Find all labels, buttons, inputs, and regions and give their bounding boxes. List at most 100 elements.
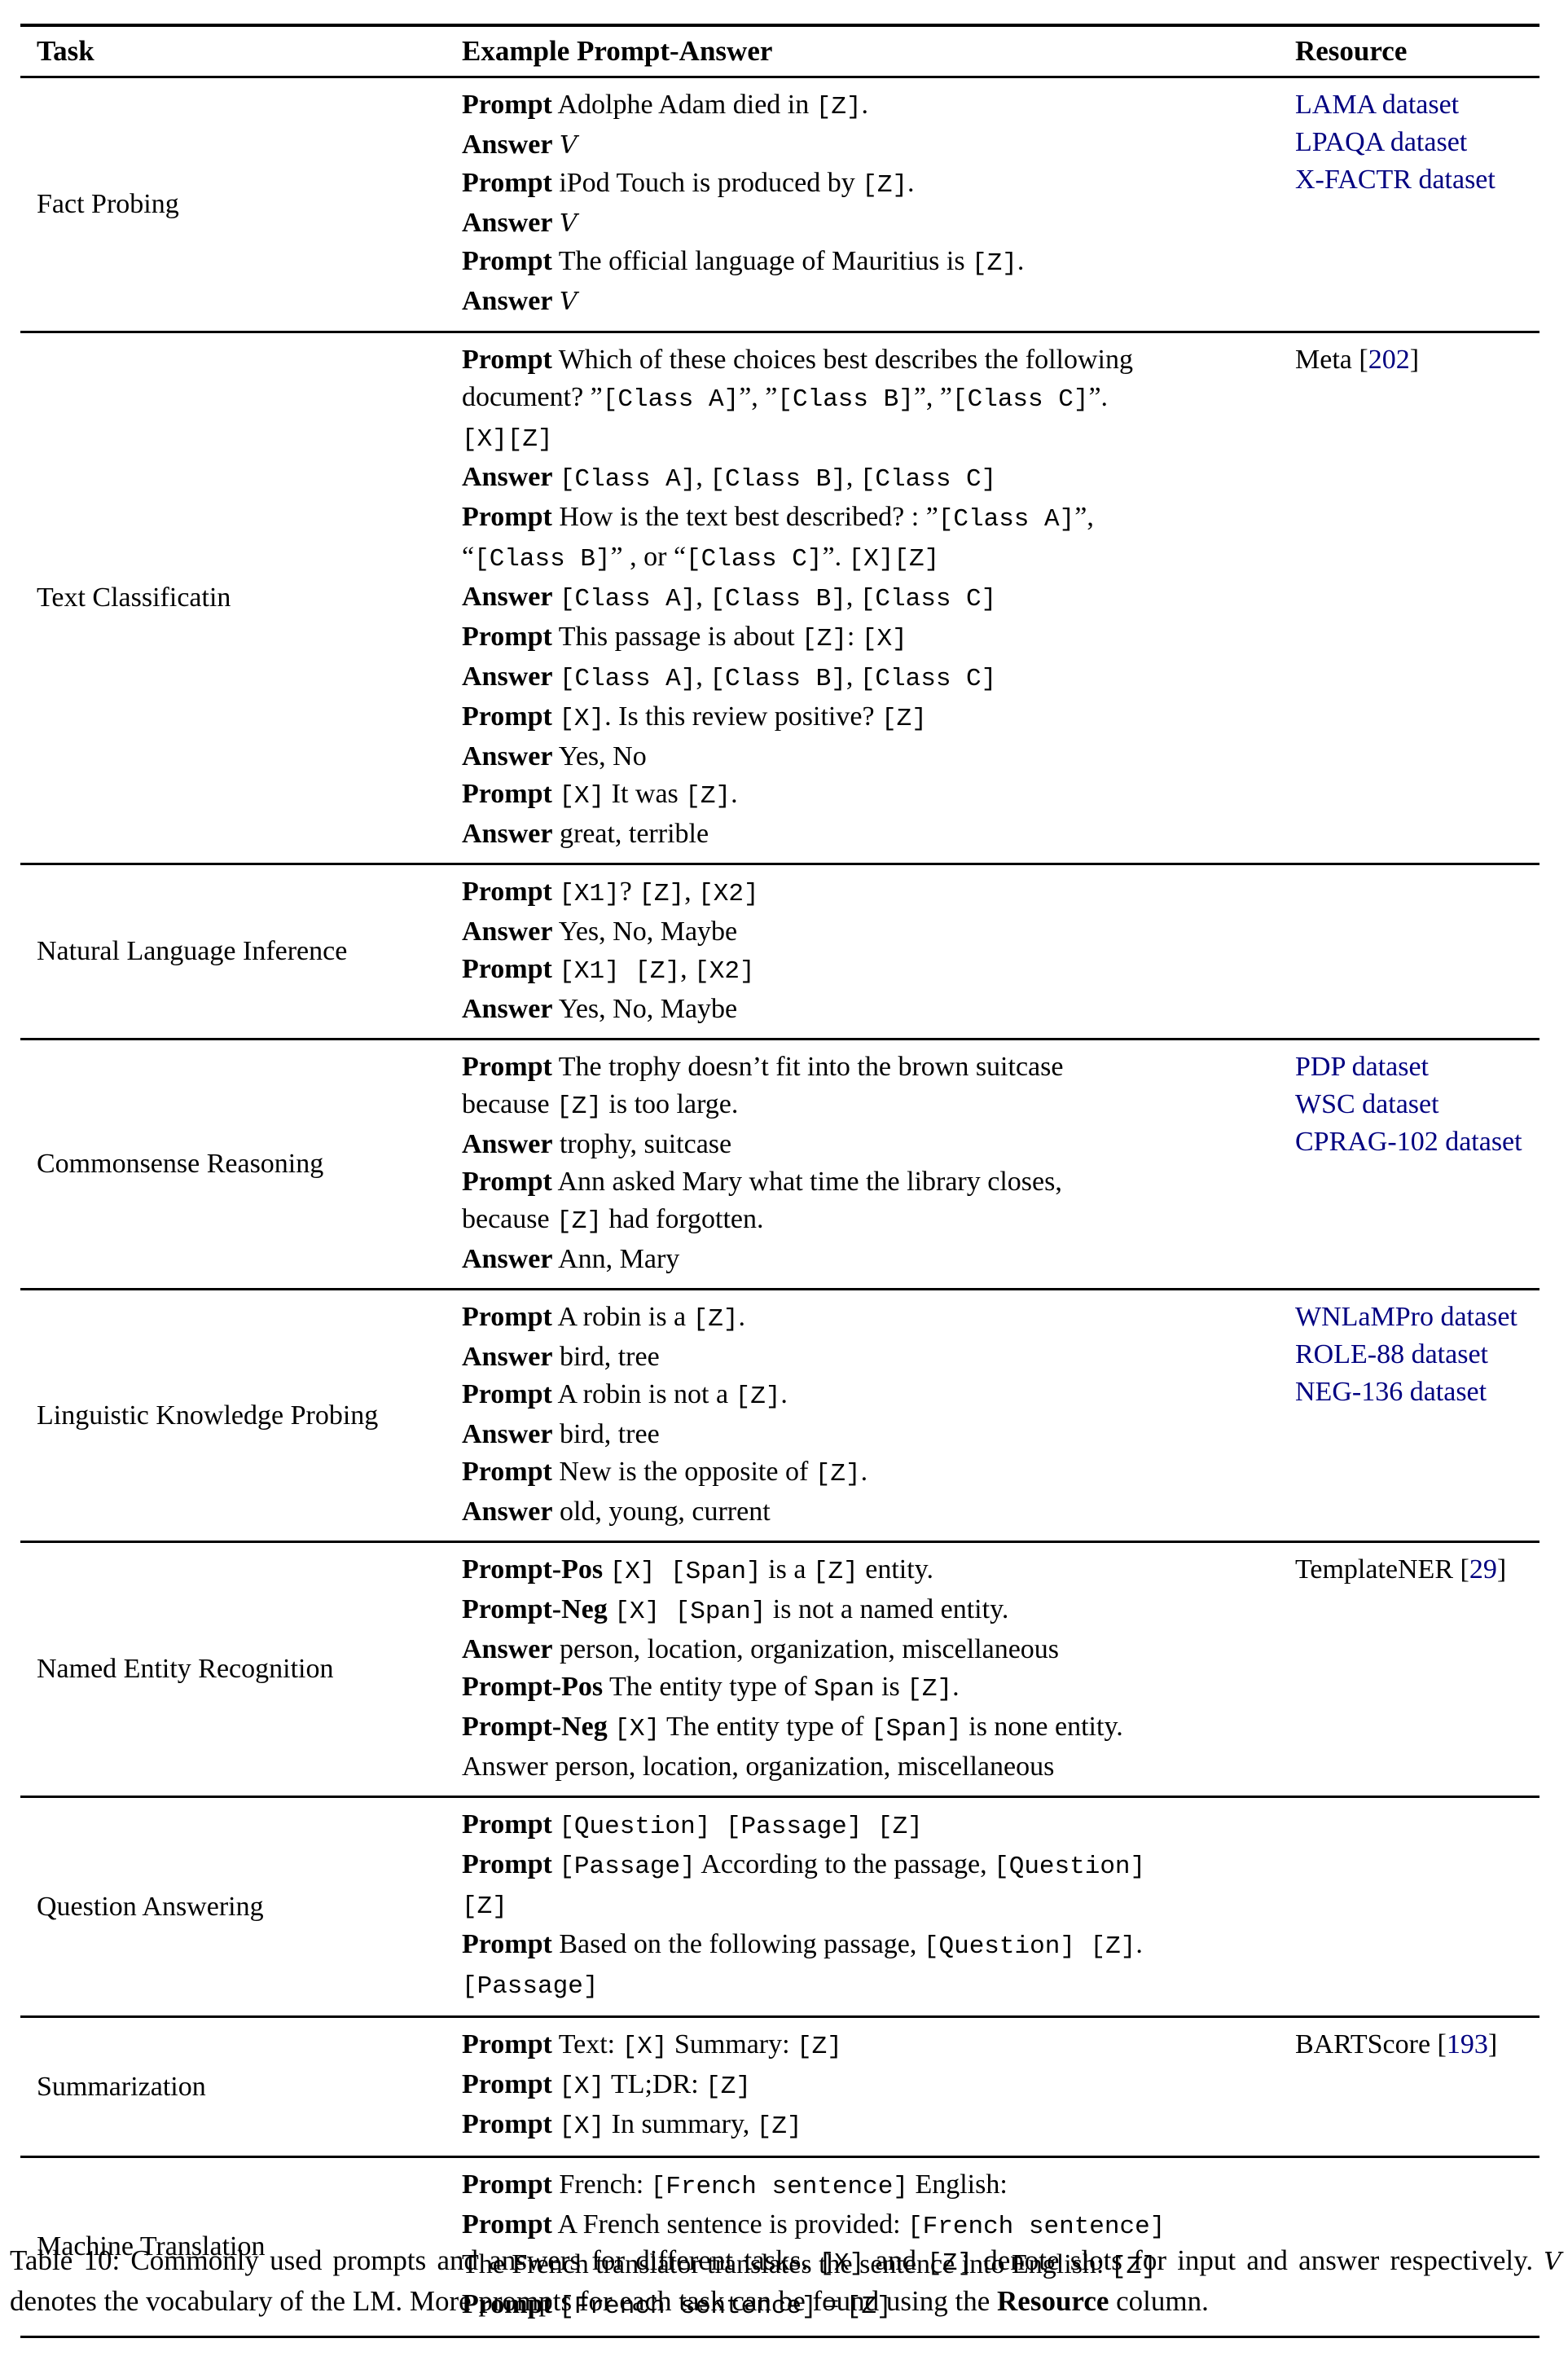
text-segment: Yes, No, Maybe (558, 994, 738, 1024)
line-label: Prompt (462, 1379, 552, 1409)
resource-cell: TemplateNER [29] (1285, 1542, 1539, 1797)
slot-placeholder: [X] (559, 782, 605, 811)
line-label: Prompt (462, 2029, 552, 2059)
text-segment: English: (907, 2169, 1008, 2200)
line-label: Answer (462, 130, 553, 160)
slot-placeholder: [Passage] (559, 1853, 696, 1881)
text-segment: denotes the vocabulary of the LM. More p… (10, 2285, 998, 2317)
example-line: Prompt [X] In summary, [Z] (462, 2106, 1285, 2146)
slot-placeholder: [Class A] (559, 465, 696, 494)
slot-placeholder: [X] (614, 1715, 661, 1743)
vocabulary-symbol: V (559, 131, 578, 160)
text-segment: According to the passage, (695, 1849, 995, 1879)
text-segment: Which of these choices best describes th… (558, 345, 1133, 375)
example-line: Prompt Based on the following passage, [… (462, 1926, 1285, 1966)
line-label: Answer (462, 1634, 553, 1664)
resource-link[interactable]: CPRAG-102 dataset (1295, 1127, 1522, 1157)
resource-link[interactable]: PDP dataset (1295, 1052, 1429, 1082)
example-line: Prompt French: [French sentence] English… (462, 2166, 1285, 2206)
resource-item: ROLE-88 dataset (1295, 1336, 1539, 1374)
example-line: Answer great, terrible (462, 815, 1285, 853)
example-cell: Prompt [X1]? [Z], [X2] Answer Yes, No, Ma… (444, 864, 1285, 1040)
line-label: Prompt (462, 1052, 552, 1082)
task-name: Question Answering (37, 1891, 264, 1922)
example-line: Prompt Text: [X] Summary: [Z] (462, 2026, 1285, 2066)
prompt-table: Task Example Prompt-Answer Resource Fact… (20, 24, 1539, 2338)
header-task: Task (37, 35, 94, 67)
resource-link[interactable]: WNLaMPro dataset (1295, 1302, 1517, 1332)
resource-link[interactable]: WSC dataset (1295, 1089, 1439, 1119)
task-name: Named Entity Recognition (37, 1654, 334, 1684)
line-label: Prompt (462, 246, 552, 276)
text-segment: The entity type of (609, 1672, 815, 1702)
slot-placeholder: [X] (621, 2033, 668, 2061)
slot-placeholder: [Class B] (777, 385, 914, 414)
example-line: Prompt The official language of Mauritiu… (462, 243, 1285, 283)
text-segment: . (1017, 246, 1025, 276)
text-segment: trophy, suitcase (559, 1129, 732, 1159)
line-label: Prompt-Pos (462, 1672, 604, 1702)
text-segment: , (696, 582, 710, 612)
slot-placeholder: [Question] [Passage] [Z] (559, 1813, 923, 1841)
resource-link[interactable]: X-FACTR dataset (1295, 165, 1496, 195)
resource-link[interactable]: 202 (1368, 345, 1410, 375)
text-segment: , (845, 582, 860, 612)
line-label: Prompt (462, 168, 552, 198)
slot-placeholder: [Z] (556, 1092, 602, 1121)
task-name: Natural Language Inference (37, 936, 348, 966)
example-line: Answer person, location, organization, m… (462, 1631, 1285, 1668)
resource-cell: Meta [202] (1285, 332, 1539, 864)
text-segment: French: (559, 2169, 651, 2200)
example-line: Answer V (462, 204, 1285, 243)
text-segment: How is the text best described? : ” (559, 502, 938, 532)
example-line: Prompt [X1] [Z], [X2] (462, 951, 1285, 991)
example-line: Prompt Ann asked Mary what time the libr… (462, 1163, 1285, 1201)
resource-item: BARTScore [193] (1295, 2026, 1539, 2064)
line-label: Prompt (462, 779, 552, 809)
slot-placeholder: [X2] (694, 957, 755, 986)
slot-placeholder: [X] (861, 625, 907, 653)
resource-link[interactable]: 193 (1447, 2029, 1488, 2059)
text-segment: . (907, 168, 915, 198)
table-row: Commonsense Reasoning Prompt The trophy d… (20, 1040, 1539, 1290)
resource-link[interactable]: NEG-136 dataset (1295, 1377, 1487, 1407)
text-segment: is (874, 1672, 907, 1702)
line-label: Answer (462, 582, 553, 612)
line-label: Answer (462, 1497, 553, 1527)
resource-item: WNLaMPro dataset (1295, 1299, 1539, 1336)
slot-placeholder: [Z] (756, 2112, 802, 2141)
example-line: Answer bird, tree (462, 1416, 1285, 1453)
slot-placeholder: [Z] (692, 1305, 739, 1334)
task-name: Summarization (37, 2071, 206, 2102)
text-segment: , (680, 954, 695, 984)
line-label: Answer (462, 994, 553, 1024)
resource-link[interactable]: LAMA dataset (1295, 90, 1459, 120)
table-body: Fact Probing Prompt Adolphe Adam died in … (20, 77, 1539, 2337)
text-segment: bird, tree (559, 1419, 660, 1449)
slot-placeholder: [Class B] (709, 585, 846, 613)
line-label: Prompt (462, 1929, 552, 1959)
text-segment: document? ” (462, 382, 603, 412)
resource-link[interactable]: ROLE-88 dataset (1295, 1339, 1488, 1369)
text-segment: . (731, 779, 738, 809)
resource-cell: PDP dataset WSC dataset CPRAG-102 dataset (1285, 1040, 1539, 1290)
example-cell: Prompt The trophy doesn’t fit into the b… (444, 1040, 1285, 1290)
example-line: Prompt New is the opposite of [Z]. (462, 1453, 1285, 1493)
text-segment: The trophy doesn’t fit into the brown su… (558, 1052, 1064, 1082)
line-label: Answer (462, 462, 553, 492)
resource-link[interactable]: 29 (1469, 1554, 1497, 1585)
resource-link[interactable]: LPAQA dataset (1295, 127, 1467, 157)
resource-item: PDP dataset (1295, 1048, 1539, 1086)
example-line: Prompt Adolphe Adam died in [Z]. (462, 86, 1285, 126)
slot-placeholder: [Question] (994, 1853, 1146, 1881)
slot-placeholder: [Class C] (859, 585, 997, 613)
resource-cell: LAMA dataset LPAQA dataset X-FACTR dataset (1285, 77, 1539, 332)
line-label: Prompt (462, 1809, 552, 1840)
example-line: Answer old, young, current (462, 1493, 1285, 1531)
slot-placeholder: [Z] (972, 249, 1017, 278)
text-segment: A French sentence is provided: (557, 2209, 908, 2240)
slot-placeholder: [Z] (705, 2073, 751, 2101)
slot-placeholder: [X1] [Z] (559, 957, 681, 986)
task-name: Fact Probing (37, 189, 179, 219)
line-label: Prompt (462, 2109, 552, 2139)
